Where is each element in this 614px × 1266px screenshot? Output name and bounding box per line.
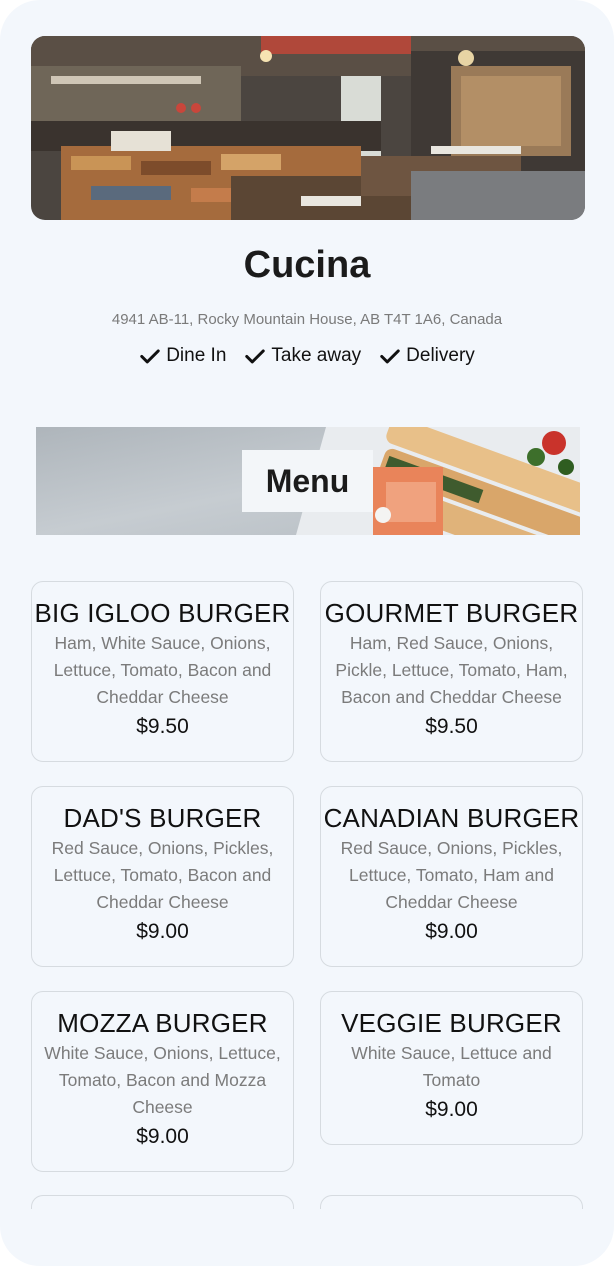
- service-label: Delivery: [406, 345, 475, 366]
- restaurant-photo: [31, 36, 585, 220]
- check-icon: [245, 349, 266, 364]
- menu-item-price: $9.50: [136, 715, 189, 738]
- menu-item-card-partial[interactable]: [320, 1195, 583, 1209]
- restaurant-address: 4941 AB-11, Rocky Mountain House, AB T4T…: [111, 311, 503, 328]
- menu-item-card[interactable]: GOURMET BURGER Ham, Red Sauce, Onions, P…: [320, 581, 583, 762]
- service-options: Dine In Take away Delivery: [0, 345, 614, 367]
- menu-item-card[interactable]: VEGGIE BURGER White Sauce, Lettuce and T…: [320, 991, 583, 1145]
- menu-item-name: GOURMET BURGER: [324, 598, 579, 628]
- menu-item-description: White Sauce, Lettuce and Tomato: [351, 1043, 552, 1090]
- service-take-away: Take away: [244, 345, 361, 367]
- check-icon: [140, 349, 160, 364]
- menu-item-card[interactable]: CANADIAN BURGER Red Sauce, Onions, Pickl…: [320, 786, 583, 967]
- menu-item-name: MOZZA BURGER: [57, 1008, 268, 1038]
- service-delivery: Delivery: [379, 345, 475, 367]
- menu-item-card[interactable]: MOZZA BURGER White Sauce, Onions, Lettuc…: [31, 991, 294, 1172]
- menu-item-description: Red Sauce, Onions, Pickles, Lettuce, Tom…: [51, 838, 274, 912]
- menu-item-name: BIG IGLOO BURGER: [34, 598, 291, 628]
- menu-item-price: $9.50: [425, 715, 478, 738]
- restaurant-name: Cucina: [243, 244, 371, 286]
- menu-item-price: $9.00: [425, 1098, 478, 1121]
- menu-item-description: White Sauce, Onions, Lettuce, Tomato, Ba…: [44, 1043, 281, 1117]
- menu-item-name: VEGGIE BURGER: [341, 1008, 562, 1038]
- menu-item-name: CANADIAN BURGER: [323, 803, 580, 833]
- menu-item-price: $9.00: [425, 920, 478, 943]
- app-screen: Cucina 4941 AB-11, Rocky Mountain House,…: [0, 0, 614, 1266]
- menu-heading: Menu: [242, 450, 373, 512]
- menu-item-card[interactable]: DAD'S BURGER Red Sauce, Onions, Pickles,…: [31, 786, 294, 967]
- menu-item-description: Red Sauce, Onions, Pickles, Lettuce, Tom…: [340, 838, 563, 912]
- service-dine-in: Dine In: [139, 345, 226, 367]
- menu-item-price: $9.00: [136, 1125, 189, 1148]
- menu-item-card-partial[interactable]: [31, 1195, 294, 1209]
- menu-item-description: Ham, Red Sauce, Onions, Pickle, Lettuce,…: [335, 633, 568, 707]
- service-label: Dine In: [166, 345, 227, 366]
- menu-item-card[interactable]: BIG IGLOO BURGER Ham, White Sauce, Onion…: [31, 581, 294, 762]
- menu-item-description: Ham, White Sauce, Onions, Lettuce, Tomat…: [53, 633, 272, 707]
- check-icon: [380, 349, 400, 364]
- service-label: Take away: [271, 345, 362, 366]
- menu-item-price: $9.00: [136, 920, 189, 943]
- menu-item-name: DAD'S BURGER: [63, 803, 262, 833]
